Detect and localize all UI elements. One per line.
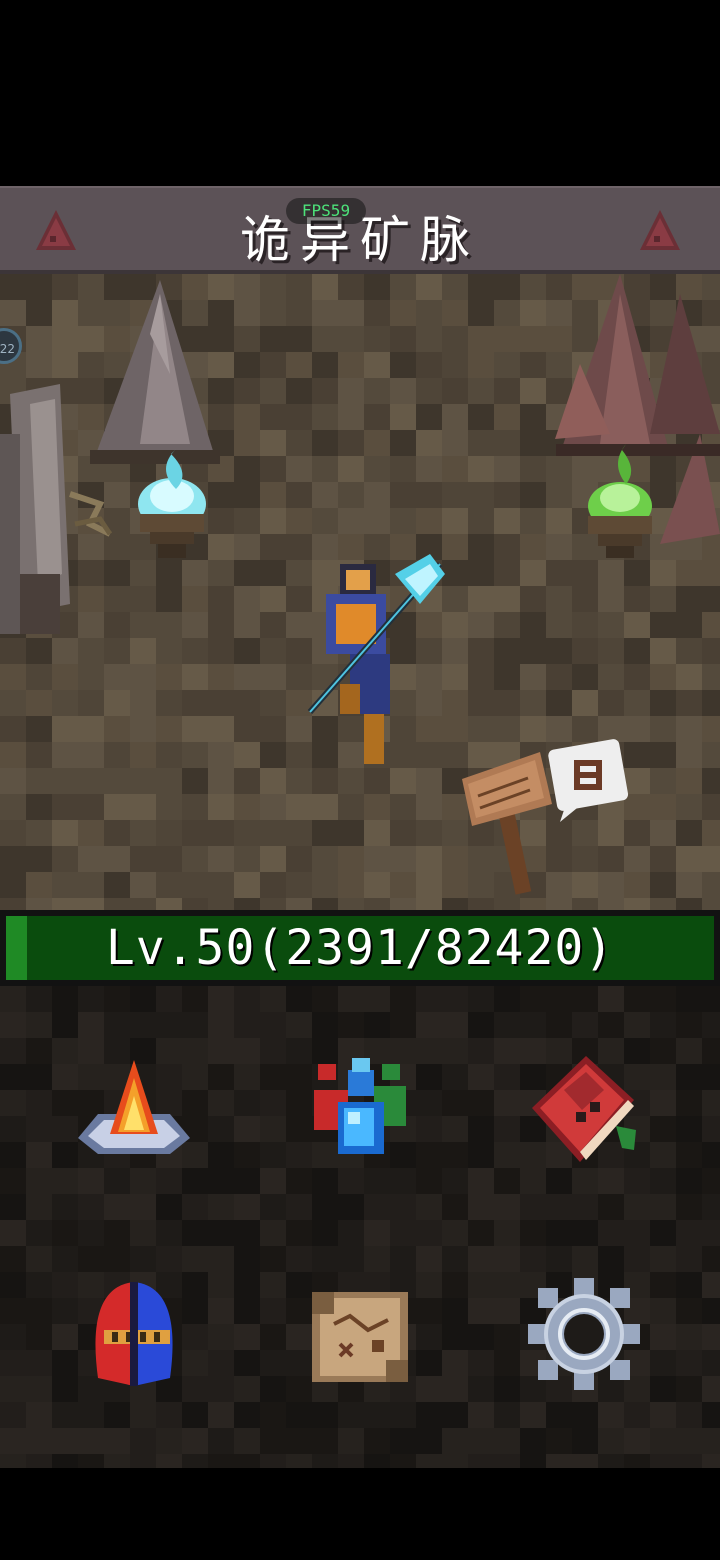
book-icon[interactable]	[524, 1050, 644, 1170]
main-menu	[0, 986, 720, 1468]
next-area-arrow-icon[interactable]	[636, 206, 684, 254]
previous-area-arrow-icon[interactable]	[32, 206, 80, 254]
map-icon[interactable]	[300, 1274, 420, 1394]
level-label: Lv.50(2391/82420)	[105, 920, 615, 976]
game-scene[interactable]: 22	[0, 274, 720, 910]
side-badge-text: 22	[0, 342, 15, 356]
experience-bar: Lv.50(2391/82420)	[0, 910, 720, 986]
fps-counter: FPS59	[286, 198, 366, 224]
potion-icon[interactable]	[300, 1050, 420, 1170]
gear-icon[interactable]	[524, 1274, 644, 1394]
helmet-icon[interactable]	[74, 1274, 194, 1394]
campfire-icon[interactable]	[74, 1050, 194, 1170]
cave-background	[0, 274, 720, 910]
